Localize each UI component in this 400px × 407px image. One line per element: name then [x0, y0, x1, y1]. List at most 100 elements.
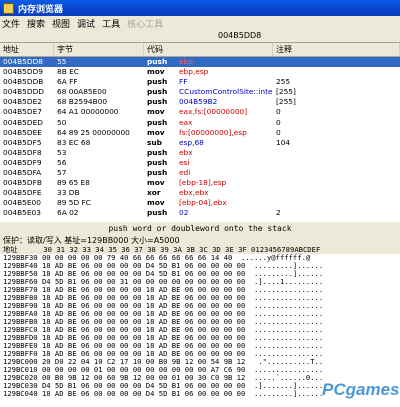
row-bytes: 6A FF: [57, 77, 78, 87]
menu-bar: 文件 搜索 视图 调试 工具 核心工具: [0, 16, 400, 30]
disassembly-header: 地址 字节 代码 注释: [0, 43, 400, 57]
instruction-description: push word or doubleword onto the stack: [0, 222, 400, 236]
row-address: 004B5DED: [3, 117, 43, 127]
row-comment: [273, 158, 400, 168]
window-title: 内存浏览器: [18, 4, 64, 15]
disasm-row[interactable]: 004B5DEE 64 89 25 00000000 mov fs:[00000000…: [0, 128, 400, 138]
row-address: 004B5DE2: [3, 97, 42, 107]
row-comment: 0: [276, 117, 281, 127]
disasm-row[interactable]: 004B5DF5 83 EC 68 sub esp,68 104: [0, 138, 400, 148]
row-operands: esp,68: [179, 137, 204, 147]
row-opcode: push: [147, 157, 168, 167]
row-bytes: 57: [57, 168, 67, 178]
row-address: 004B5DDB: [3, 77, 44, 87]
row-comment: [273, 57, 400, 67]
address-header-bar: 004B5DD8: [0, 30, 400, 42]
row-opcode: mov: [147, 67, 165, 77]
col-comment[interactable]: 注释: [273, 43, 400, 56]
row-comment: [273, 198, 400, 208]
row-address: 004B5DD8: [3, 57, 43, 66]
row-comment: [273, 148, 400, 158]
row-operands: ebx: [179, 147, 193, 157]
row-comment: 0: [276, 127, 281, 137]
disasm-row[interactable]: 004B5DFB 89 65 E8 mov [ebp-18],esp: [0, 178, 400, 188]
row-comment: 0: [276, 107, 281, 117]
row-comment: 255: [276, 77, 291, 87]
row-opcode: push: [147, 57, 168, 66]
col-bytes[interactable]: 字节: [54, 43, 144, 56]
disasm-row[interactable]: 004B5E03 6A 02 push 02 2: [0, 208, 400, 218]
disasm-row[interactable]: 004B5DE2 68 B2594B00 push 004B59B2 [255]: [0, 97, 400, 107]
hex-rows: 129BBF30 00 00 00 00 00 79 40 66 66 66 6…: [0, 254, 400, 398]
menu-view[interactable]: 视图: [52, 17, 70, 30]
row-bytes: 56: [57, 157, 67, 167]
watermark-logo: PCgames: [322, 380, 400, 399]
disasm-row[interactable]: 004B5DED 50 push eax 0: [0, 118, 400, 128]
row-bytes: 83 EC 68: [57, 137, 91, 147]
row-comment: [273, 178, 400, 188]
disasm-row[interactable]: 004B5DD9 8B EC mov ebp,esp: [0, 67, 400, 77]
row-address: 004B5DD9: [3, 67, 43, 77]
disassembly-rows: 004B5DD8 55 push ebp 004B5DD9 8B EC mov ebp,esp…: [0, 57, 400, 219]
row-opcode: mov: [147, 178, 165, 188]
menu-file[interactable]: 文件: [2, 17, 20, 30]
row-operands: FF: [179, 77, 188, 87]
app-icon: [3, 2, 14, 14]
row-operands: fs:[00000000],esp: [179, 127, 247, 137]
protection-info: 保护：读取/写入 基址=129BB000 大小=A5000: [0, 236, 400, 246]
row-operands: eax,fs:[00000000]: [179, 107, 248, 117]
col-address[interactable]: 地址: [0, 43, 54, 56]
disasm-row[interactable]: 004B5DDB 6A FF push FF 255: [0, 77, 400, 87]
row-operands: 02: [179, 208, 189, 218]
row-address: 004B5DFA: [3, 168, 42, 178]
row-operands: [ebp-18],esp: [179, 178, 227, 188]
row-opcode: sub: [147, 137, 162, 147]
row-opcode: push: [147, 208, 168, 218]
disasm-row[interactable]: 004B5DF8 53 push ebx: [0, 148, 400, 158]
row-bytes: 64 89 25 00000000: [57, 127, 130, 137]
menu-core-tools: 核心工具: [127, 19, 164, 30]
row-opcode: push: [147, 97, 168, 107]
row-opcode: push: [147, 147, 168, 157]
row-comment: [273, 168, 400, 178]
row-address: 004B5E03: [3, 208, 41, 218]
row-comment: [255]: [276, 97, 296, 107]
row-bytes: 68 B2594B00: [57, 97, 108, 107]
row-address: 004B5DEE: [3, 127, 42, 137]
disasm-row[interactable]: 004B5DF9 56 push esi: [0, 158, 400, 168]
menu-search[interactable]: 搜索: [27, 17, 45, 30]
disasm-row[interactable]: 004B5DDD 68 00A85E00 push CCustomControlSit…: [0, 87, 400, 97]
col-code[interactable]: 代码: [144, 43, 273, 56]
disasm-row[interactable]: 004B5DFE 33 DB xor ebx,ebx: [0, 188, 400, 198]
disasm-row[interactable]: 004B5DE7 64 A1 00000000 mov eax,fs:[0000000…: [0, 107, 400, 117]
disasm-row[interactable]: 004B5DD8 55 push ebp: [0, 57, 400, 68]
menu-debug[interactable]: 调试: [77, 17, 95, 30]
row-operands: [ebp-04],ebx: [179, 198, 227, 208]
row-bytes: 89 65 E8: [57, 178, 90, 188]
disasm-row[interactable]: 004B5DFA 57 push edi: [0, 168, 400, 178]
disassembly-pane[interactable]: 地址 字节 代码 注释 004B5DD8 55 push ebp 004B5DD9 8B …: [0, 42, 400, 222]
disasm-row[interactable]: 004B5E00 89 5D FC mov [ebp-04],ebx: [0, 198, 400, 208]
row-opcode: push: [147, 168, 168, 178]
row-operands: edi: [179, 168, 191, 178]
row-bytes: 55: [57, 57, 67, 66]
row-address: 004B5DFB: [3, 178, 42, 188]
row-address: 004B5DF5: [3, 137, 42, 147]
row-bytes: 64 A1 00000000: [57, 107, 119, 117]
row-address: 004B5DF8: [3, 147, 42, 157]
row-bytes: 50: [57, 117, 67, 127]
row-bytes: 89 5D FC: [57, 198, 91, 208]
current-address: 004B5DD8: [218, 31, 262, 40]
row-bytes: 6A 02: [57, 208, 79, 218]
row-bytes: 8B EC: [57, 67, 79, 77]
title-bar: 内存浏览器: [0, 0, 400, 16]
row-address: 004B5DF9: [3, 157, 42, 167]
row-bytes: 68 00A85E00: [57, 87, 107, 97]
row-operands: eax: [179, 117, 193, 127]
row-address: 004B5DE7: [3, 107, 42, 117]
row-operands: ebp: [179, 57, 193, 66]
menu-tools[interactable]: 工具: [102, 17, 120, 30]
row-opcode: mov: [147, 107, 165, 117]
row-operands: ebp,esp: [179, 67, 209, 77]
row-comment: 2: [276, 208, 281, 218]
